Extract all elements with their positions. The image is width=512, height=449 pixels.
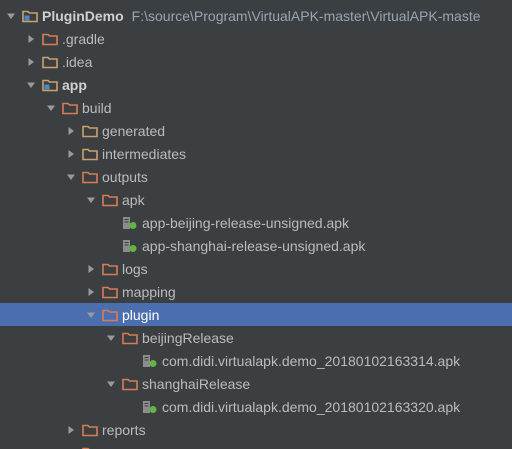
expand-right-icon[interactable] [85,263,97,275]
tree-node-label: mapping [122,283,176,300]
tree-node-beijingrelease[interactable]: beijingRelease [0,326,512,349]
expand-down-icon[interactable] [105,332,117,344]
folder-icon [102,285,118,299]
expand-down-icon[interactable] [25,79,37,91]
expand-down-icon[interactable] [105,378,117,390]
tree-node-label: outputs [102,168,148,185]
tree-node-label: beijingRelease [142,329,234,346]
apk-file-icon [122,239,138,253]
expand-down-icon[interactable] [5,10,17,22]
file-label: com.didi.virtualapk.demo_20180102163314.… [162,352,461,369]
file-label: com.didi.virtualapk.demo_20180102163320.… [162,398,461,415]
expand-right-icon[interactable] [25,33,37,45]
expand-right-icon[interactable] [65,125,77,137]
tree-node-shanghairelease[interactable]: shanghaiRelease [0,372,512,395]
tree-node-label: PluginDemo [42,7,124,24]
module-folder-icon [22,9,38,23]
apk-file-icon [122,216,138,230]
expand-right-icon[interactable] [65,424,77,436]
tree-node-label: build [82,99,112,116]
folder-icon [82,124,98,138]
tree-node-mapping[interactable]: mapping [0,280,512,303]
expand-down-icon[interactable] [85,194,97,206]
tree-node-intermediates[interactable]: intermediates [0,142,512,165]
folder-icon [82,170,98,184]
apk-file-icon [142,354,158,368]
tree-node-plugindemo[interactable]: PluginDemo F:\source\Program\VirtualAPK-… [0,4,512,27]
folder-icon [62,101,78,115]
tree-file-apk-shanghai[interactable]: app-shanghai-release-unsigned.apk [0,234,512,257]
folder-icon [82,423,98,437]
folder-icon [102,308,118,322]
folder-icon [82,446,98,449]
folder-icon [122,377,138,391]
tree-node-label: .idea [62,53,93,70]
tree-node-build[interactable]: build [0,96,512,119]
folder-icon [122,331,138,345]
tree-node-label: app [62,76,87,93]
tree-node-label: generated [102,122,166,139]
tree-node-gradle[interactable]: .gradle [0,27,512,50]
tree-file-shanghai-plugin[interactable]: com.didi.virtualapk.demo_20180102163320.… [0,395,512,418]
tree-node-idea[interactable]: .idea [0,50,512,73]
tree-node-label: reports [102,421,146,438]
folder-icon [102,193,118,207]
tree-node-label: intermediates [102,145,187,162]
expand-down-icon[interactable] [65,171,77,183]
tree-node-outputs[interactable]: outputs [0,165,512,188]
expand-right-icon[interactable] [85,286,97,298]
file-label: app-shanghai-release-unsigned.apk [142,237,366,254]
expand-down-icon[interactable] [45,102,57,114]
tree-node-label: shanghaiRelease [142,375,251,392]
tree-node-label: plugin [122,306,160,323]
folder-icon [102,262,118,276]
tree-node-app[interactable]: app [0,73,512,96]
folder-icon [42,55,58,69]
tree-file-apk-beijing[interactable]: app-beijing-release-unsigned.apk [0,211,512,234]
module-folder-icon [42,78,58,92]
tree-node-plugin[interactable]: plugin [0,303,512,326]
file-label: app-beijing-release-unsigned.apk [142,214,350,231]
project-tree: PluginDemo F:\source\Program\VirtualAPK-… [0,0,512,449]
project-path: F:\source\Program\VirtualAPK-master\Virt… [131,7,481,24]
tree-node-label: apk [122,191,145,208]
tree-node-logs[interactable]: logs [0,257,512,280]
expand-right-icon[interactable] [25,56,37,68]
tree-node-apk[interactable]: apk [0,188,512,211]
folder-icon [82,147,98,161]
tree-node-label: .gradle [62,30,105,47]
apk-file-icon [142,400,158,414]
tree-node-reports[interactable]: reports [0,418,512,441]
tree-file-beijing-plugin[interactable]: com.didi.virtualapk.demo_20180102163314.… [0,349,512,372]
expand-down-icon[interactable] [85,309,97,321]
tree-node-generated[interactable]: generated [0,119,512,142]
expand-right-icon[interactable] [65,148,77,160]
tree-node-partial[interactable] [0,441,512,449]
folder-icon [42,32,58,46]
tree-node-label: logs [122,260,148,277]
